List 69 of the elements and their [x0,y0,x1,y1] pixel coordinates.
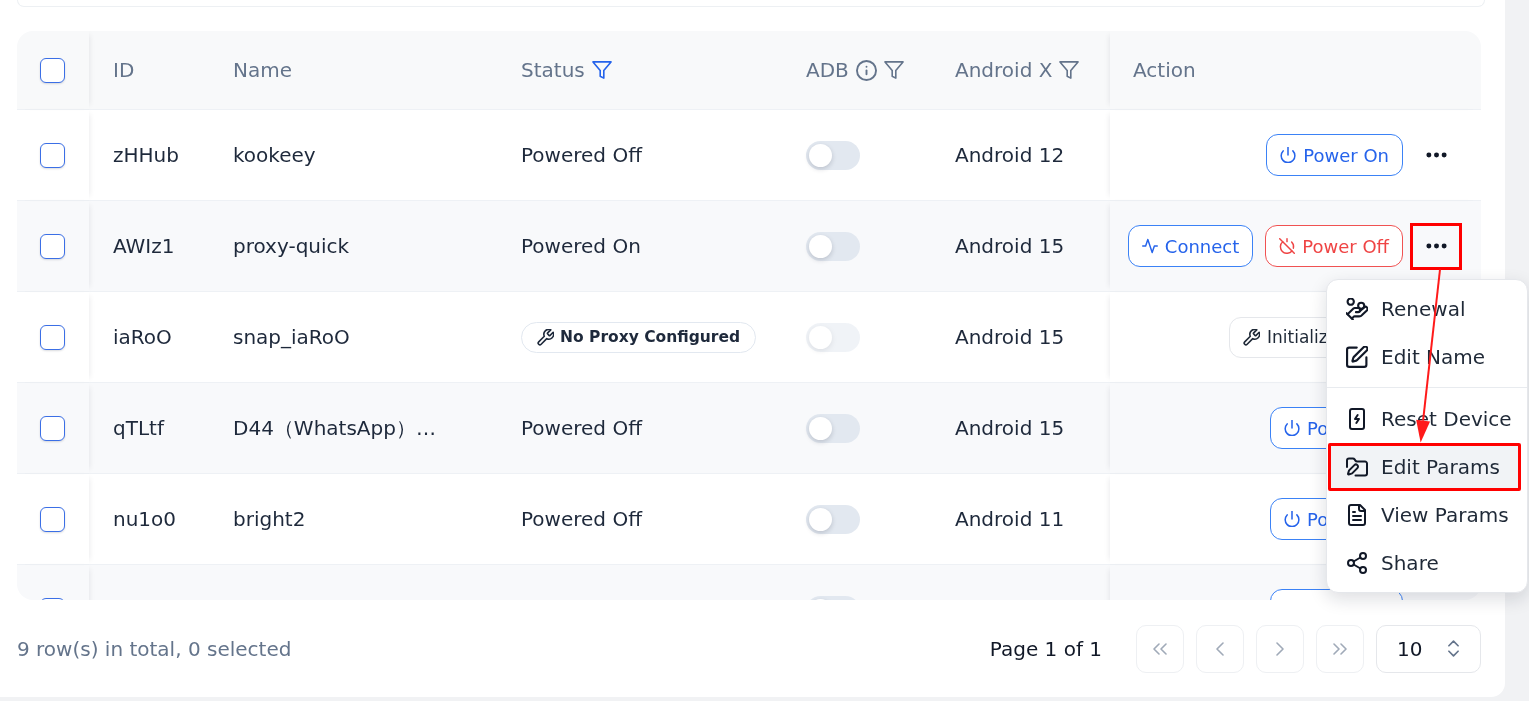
wrench-icon [537,328,554,346]
android-version: Android 15 [955,234,1065,258]
connect-button[interactable]: Connect [1127,225,1254,267]
status-text: Powered Off [521,416,642,440]
page-indicator: Page 1 of 1 [989,636,1102,661]
power-off-button[interactable]: Power Off [1265,225,1403,267]
android-version: Android 12 [955,143,1065,167]
android-version: Android 15 [955,416,1065,440]
power-icon [1280,147,1297,163]
status-text: No Proxy Configured [560,328,741,346]
device-name: D44（WhatsApp）… [233,414,436,442]
device-id: qTLtf [113,416,164,440]
power-icon [1284,511,1300,527]
filter-icon[interactable] [1059,61,1080,79]
edit-icon [1346,345,1368,368]
folder-pen-icon [1346,455,1368,478]
hand-icon [1346,297,1368,320]
column-header: Action [1133,58,1196,82]
column-header: ADB [806,58,849,82]
chevron-left-icon [1213,641,1227,656]
device-id: AWIz1 [113,234,175,258]
menu-item[interactable]: Share [1328,538,1521,587]
device-name: kookeey [233,143,316,167]
menu-item[interactable]: View Params [1328,490,1521,539]
device-id: nu1o0 [113,507,177,531]
row-summary: 9 row(s) in total, 0 selected [17,636,292,661]
adb-toggle[interactable] [806,231,860,261]
column-header: ID [113,58,135,82]
chevron-right-icon [1273,641,1287,656]
phone-bolt-icon [1346,407,1368,430]
row-checkbox[interactable] [40,415,65,441]
device-id: zHHub [113,143,179,167]
row-checkbox[interactable] [40,233,65,259]
android-version: Android 15 [955,325,1065,349]
column-header: Android X [955,58,1053,82]
chevron-up-down-icon [1448,640,1459,657]
status-text: Powered Off [521,143,642,167]
filter-icon[interactable] [591,61,612,79]
more-button[interactable] [1410,222,1462,270]
row-checkbox[interactable] [40,506,65,532]
device-name: snap_iaRoO [233,325,350,349]
more-icon [1425,152,1447,158]
row-checkbox[interactable] [40,324,65,350]
power-icon [1284,420,1300,436]
wrench-icon [1243,328,1260,346]
adb-toggle[interactable] [806,140,860,170]
status-text: Powered On [521,234,641,258]
column-header: Status [521,58,585,82]
double-chevron-left-icon [1153,641,1167,656]
device-id: iaRoO [113,325,172,349]
row-checkbox[interactable] [40,142,65,168]
share-icon [1346,551,1368,574]
document-icon [1346,503,1368,526]
adb-toggle[interactable] [806,504,860,534]
page-size-select[interactable]: 10 [1376,624,1481,673]
power-off-icon [1279,238,1296,254]
status-text: Powered Off [521,507,642,531]
filter-icon[interactable] [883,61,904,79]
menu-item[interactable]: Edit Params [1328,442,1521,491]
select-all-checkbox[interactable] [40,57,65,83]
more-icon [1425,243,1447,249]
android-version: Android 11 [955,507,1065,531]
power-on-button[interactable]: Power On [1266,134,1403,176]
pulse-icon [1141,238,1158,254]
adb-toggle[interactable] [806,413,860,443]
column-header: Name [233,58,292,82]
double-chevron-right-icon [1333,641,1347,656]
device-name: proxy-quick [233,234,350,258]
device-name: bright2 [233,507,306,531]
